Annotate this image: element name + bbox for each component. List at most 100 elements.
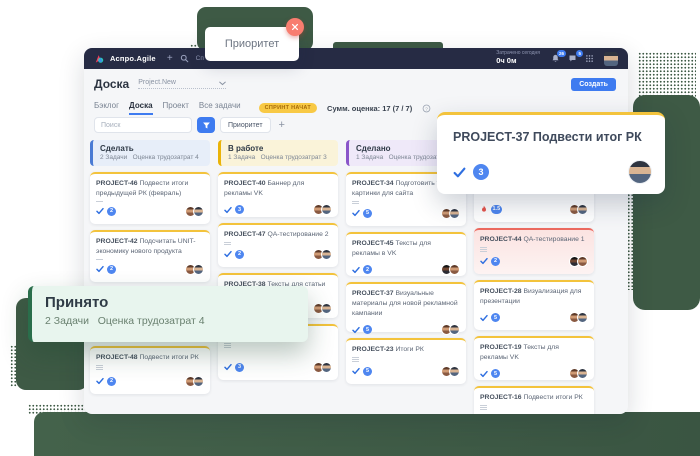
- avatar: [577, 204, 588, 215]
- task-card[interactable]: PROJECT-47 QA-тестирование 2 2: [218, 223, 338, 267]
- priority-filter-chip[interactable]: Приоритет: [220, 117, 271, 133]
- task-title: PROJECT-40 Баннер для рекламы VK: [224, 179, 332, 199]
- tab-board[interactable]: Доска: [129, 101, 152, 115]
- task-footer: 1.5: [480, 200, 588, 218]
- tab-backlog[interactable]: Бэклог: [94, 101, 119, 115]
- task-footer: 3: [224, 201, 332, 219]
- assignee-avatars: [569, 368, 588, 379]
- add-filter-button[interactable]: +: [279, 119, 285, 131]
- board-select[interactable]: Project.New: [138, 79, 226, 89]
- popup-footer: 3: [453, 160, 652, 184]
- task-title: PROJECT-23 Итоги РК: [352, 345, 460, 355]
- task-id: PROJECT-40: [224, 180, 267, 187]
- funnel-icon: [202, 121, 211, 130]
- task-card[interactable]: PROJECT-37 Визуальные материалы для ново…: [346, 282, 466, 332]
- done-check-icon: [224, 245, 232, 263]
- column-2: В работе1 Задача Оценка трудозатрат 3PRO…: [218, 140, 338, 380]
- task-card[interactable]: PROJECT-23 Итоги РК5: [346, 338, 466, 384]
- task-text: QA-тестирование 2: [267, 231, 328, 238]
- info-icon[interactable]: ?: [422, 104, 431, 113]
- task-footer: 3: [224, 358, 332, 376]
- app-name: Аспро.Agile: [110, 54, 156, 63]
- done-check-icon: [352, 321, 360, 339]
- close-icon[interactable]: [286, 18, 304, 36]
- task-card[interactable]: PROJECT-42 Подсчитать UNIT-экономику нов…: [90, 230, 210, 282]
- assignee-avatars: [569, 204, 588, 215]
- create-button[interactable]: Создать: [571, 78, 616, 91]
- task-title: PROJECT-16 Подвести итоги РК: [480, 393, 588, 403]
- points-badge: 2: [491, 257, 500, 266]
- done-check-icon: [96, 372, 104, 390]
- task-card[interactable]: PROJECT-16 Подвести итоги РК: [474, 386, 594, 414]
- task-footer: 2: [96, 260, 204, 278]
- user-avatar[interactable]: [604, 52, 618, 66]
- done-check-icon: [453, 166, 466, 179]
- accepted-meta: 2 Задачи Оценка трудозатрат 4: [45, 315, 295, 327]
- avatar: [193, 264, 204, 275]
- task-id: PROJECT-47: [224, 231, 267, 238]
- priority-tooltip: Приоритет: [205, 27, 299, 61]
- task-id: PROJECT-23: [352, 346, 395, 353]
- done-check-icon: [224, 201, 232, 219]
- column-title: Сделать: [100, 144, 203, 154]
- assignee-avatars: [441, 324, 460, 335]
- time-tracker[interactable]: Затрачено сегодня 0ч 0м: [496, 51, 540, 65]
- task-title: PROJECT-44 QA-тестирование 1: [480, 235, 588, 245]
- task-id: PROJECT-37: [352, 290, 395, 297]
- task-footer: 5: [352, 321, 460, 339]
- points-badge: 3: [235, 205, 244, 214]
- tab-project[interactable]: Проект: [163, 101, 189, 115]
- assignee-avatars: [185, 376, 204, 387]
- task-id: PROJECT-34: [352, 180, 395, 187]
- points-badge: 2: [363, 265, 372, 274]
- messages-icon[interactable]: 5: [567, 53, 578, 64]
- notifications-bell-icon[interactable]: 26: [550, 53, 561, 64]
- done-check-icon: [96, 260, 104, 278]
- done-check-icon: [480, 365, 488, 383]
- points-badge: 5: [363, 325, 372, 334]
- search-icon[interactable]: [179, 53, 190, 64]
- quick-add-icon[interactable]: +: [167, 54, 173, 64]
- points-badge: 2: [235, 250, 244, 259]
- avatar: [321, 362, 332, 373]
- task-text: QA-тестирование 1: [523, 236, 584, 243]
- task-card[interactable]: PROJECT-40 Баннер для рекламы VK 3: [218, 172, 338, 217]
- tab-all-tasks[interactable]: Все задачи: [199, 101, 241, 115]
- assignee-avatars: [441, 264, 460, 275]
- task-card[interactable]: PROJECT-19 Тексты для рекламы VK5: [474, 336, 594, 380]
- points-badge: 5: [491, 313, 500, 322]
- task-card[interactable]: PROJECT-28 Визуализация для презентации5: [474, 280, 594, 330]
- task-card[interactable]: PROJECT-46 Подвести итоги предыдущей РК …: [90, 172, 210, 224]
- notifications-badge: 26: [557, 50, 566, 57]
- task-title: PROJECT-48 Подвести итоги РК: [96, 353, 204, 363]
- task-id: PROJECT-16: [480, 394, 523, 401]
- popup-task-text: Подвести итог РК: [533, 130, 642, 144]
- task-card[interactable]: PROJECT-48 Подвести итоги РК 2: [90, 346, 210, 394]
- task-card-popup[interactable]: PROJECT-37 Подвести итог РК 3: [437, 112, 665, 194]
- points-badge: 3: [473, 164, 489, 180]
- apps-grid-icon[interactable]: [584, 53, 595, 64]
- points-badge: 2: [107, 207, 116, 216]
- task-footer: 2: [352, 261, 460, 279]
- filters-row: Приоритет +: [94, 116, 285, 134]
- points-badge: 1.5: [491, 205, 502, 214]
- done-check-icon: [224, 358, 232, 376]
- navbar-sprint-label[interactable]: Сп: [196, 55, 204, 62]
- grunge-texture: [10, 345, 74, 387]
- task-card[interactable]: PROJECT-44 QA-тестирование 1 2: [474, 228, 594, 274]
- grunge-texture: [34, 412, 700, 456]
- avatar: [577, 368, 588, 379]
- points-badge: 2: [107, 265, 116, 274]
- search-input[interactable]: [94, 117, 192, 133]
- task-id: PROJECT-44: [480, 236, 523, 243]
- task-text: Итоги РК: [395, 346, 423, 353]
- points-badge: 2: [107, 377, 116, 386]
- task-card[interactable]: PROJECT-45 Тексты для рекламы в VK2: [346, 232, 466, 276]
- filter-button[interactable]: [197, 117, 215, 133]
- assignee-avatars: [313, 362, 332, 373]
- assignee-avatars: [569, 256, 588, 267]
- points-badge: 5: [491, 369, 500, 378]
- description-icon: [96, 365, 103, 370]
- column-meta: 1 Задача Оценка трудозатрат 3: [228, 154, 331, 161]
- points-badge: 5: [363, 209, 372, 218]
